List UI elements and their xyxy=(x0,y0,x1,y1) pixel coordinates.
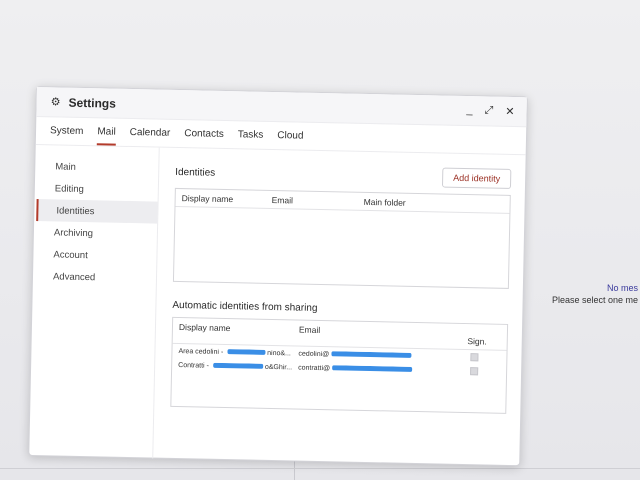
tab-mail[interactable]: Mail xyxy=(97,126,116,146)
tab-cloud[interactable]: Cloud xyxy=(277,130,303,150)
dialog-title: Settings xyxy=(68,95,117,111)
sign-checkbox[interactable] xyxy=(470,353,479,362)
row-display-name: Contratti - o&Ghir... xyxy=(178,362,298,372)
maximize-button[interactable]: ⤢ xyxy=(484,104,493,117)
empty-state-hint: Please select one me xyxy=(552,295,639,305)
name-text: nino&... xyxy=(267,349,291,357)
tab-calendar[interactable]: Calendar xyxy=(129,127,171,147)
empty-state: No mes Please select one me xyxy=(548,283,640,305)
redaction-mark xyxy=(332,365,413,373)
column-display-name[interactable]: Display name xyxy=(179,322,299,335)
auto-identities-table-body xyxy=(171,372,506,413)
sidebar-item-archiving[interactable]: Archiving xyxy=(34,221,157,246)
column-email[interactable]: Email xyxy=(272,195,364,206)
sidebar-item-advanced[interactable]: Advanced xyxy=(33,265,156,290)
window-controls: _ ⤢ ✕ xyxy=(466,104,514,118)
identities-panel: Identities Add identity Display name Ema… xyxy=(153,148,525,467)
close-button[interactable]: ✕ xyxy=(505,105,514,118)
row-display-name: Area cedolini - nino&... xyxy=(178,348,298,358)
column-email[interactable]: Email xyxy=(299,325,439,338)
column-sign[interactable]: Sign. xyxy=(439,327,501,346)
row-email: contratti@ xyxy=(298,364,438,374)
identities-table: Display name Email Main folder xyxy=(172,187,511,289)
tab-contacts[interactable]: Contacts xyxy=(184,128,224,148)
name-text: Contratti - xyxy=(178,361,211,370)
sidebar-item-identities[interactable]: Identities xyxy=(36,199,158,224)
identities-table-body xyxy=(174,207,509,288)
dialog-body: Main Editing Identities Archiving Accoun… xyxy=(29,145,525,466)
redaction-mark xyxy=(227,349,266,356)
settings-sidebar: Main Editing Identities Archiving Accoun… xyxy=(29,145,160,459)
sidebar-item-main[interactable]: Main xyxy=(35,155,158,180)
identities-header: Identities Add identity xyxy=(175,162,512,189)
background-divider xyxy=(0,468,640,469)
tab-tasks[interactable]: Tasks xyxy=(237,129,264,149)
add-identity-button[interactable]: Add identity xyxy=(441,167,512,189)
name-text: Area cedolini - xyxy=(178,347,226,356)
identities-title: Identities xyxy=(175,166,216,179)
column-main-folder[interactable]: Main folder xyxy=(364,197,504,209)
redaction-mark xyxy=(331,351,412,359)
settings-dialog: ⚙ Settings _ ⤢ ✕ System Mail Calendar Co… xyxy=(28,86,528,467)
row-email: cedolini@ xyxy=(298,350,438,360)
tab-system[interactable]: System xyxy=(50,125,84,145)
sidebar-item-account[interactable]: Account xyxy=(33,243,156,268)
sign-checkbox[interactable] xyxy=(470,367,479,376)
name-text: o&Ghir... xyxy=(264,363,293,371)
column-display-name[interactable]: Display name xyxy=(182,193,272,204)
empty-state-title: No mes xyxy=(606,283,638,293)
auto-identities-title: Automatic identities from sharing xyxy=(172,299,318,314)
minimize-button[interactable]: _ xyxy=(466,104,472,117)
email-text: contratti@ xyxy=(298,364,331,372)
sidebar-item-editing[interactable]: Editing xyxy=(35,177,158,202)
auto-identities-table: Display name Email Sign. Area cedolini -… xyxy=(170,316,509,414)
redaction-mark xyxy=(212,362,263,369)
email-text: cedolini@ xyxy=(298,350,330,358)
gear-icon: ⚙ xyxy=(50,96,61,109)
